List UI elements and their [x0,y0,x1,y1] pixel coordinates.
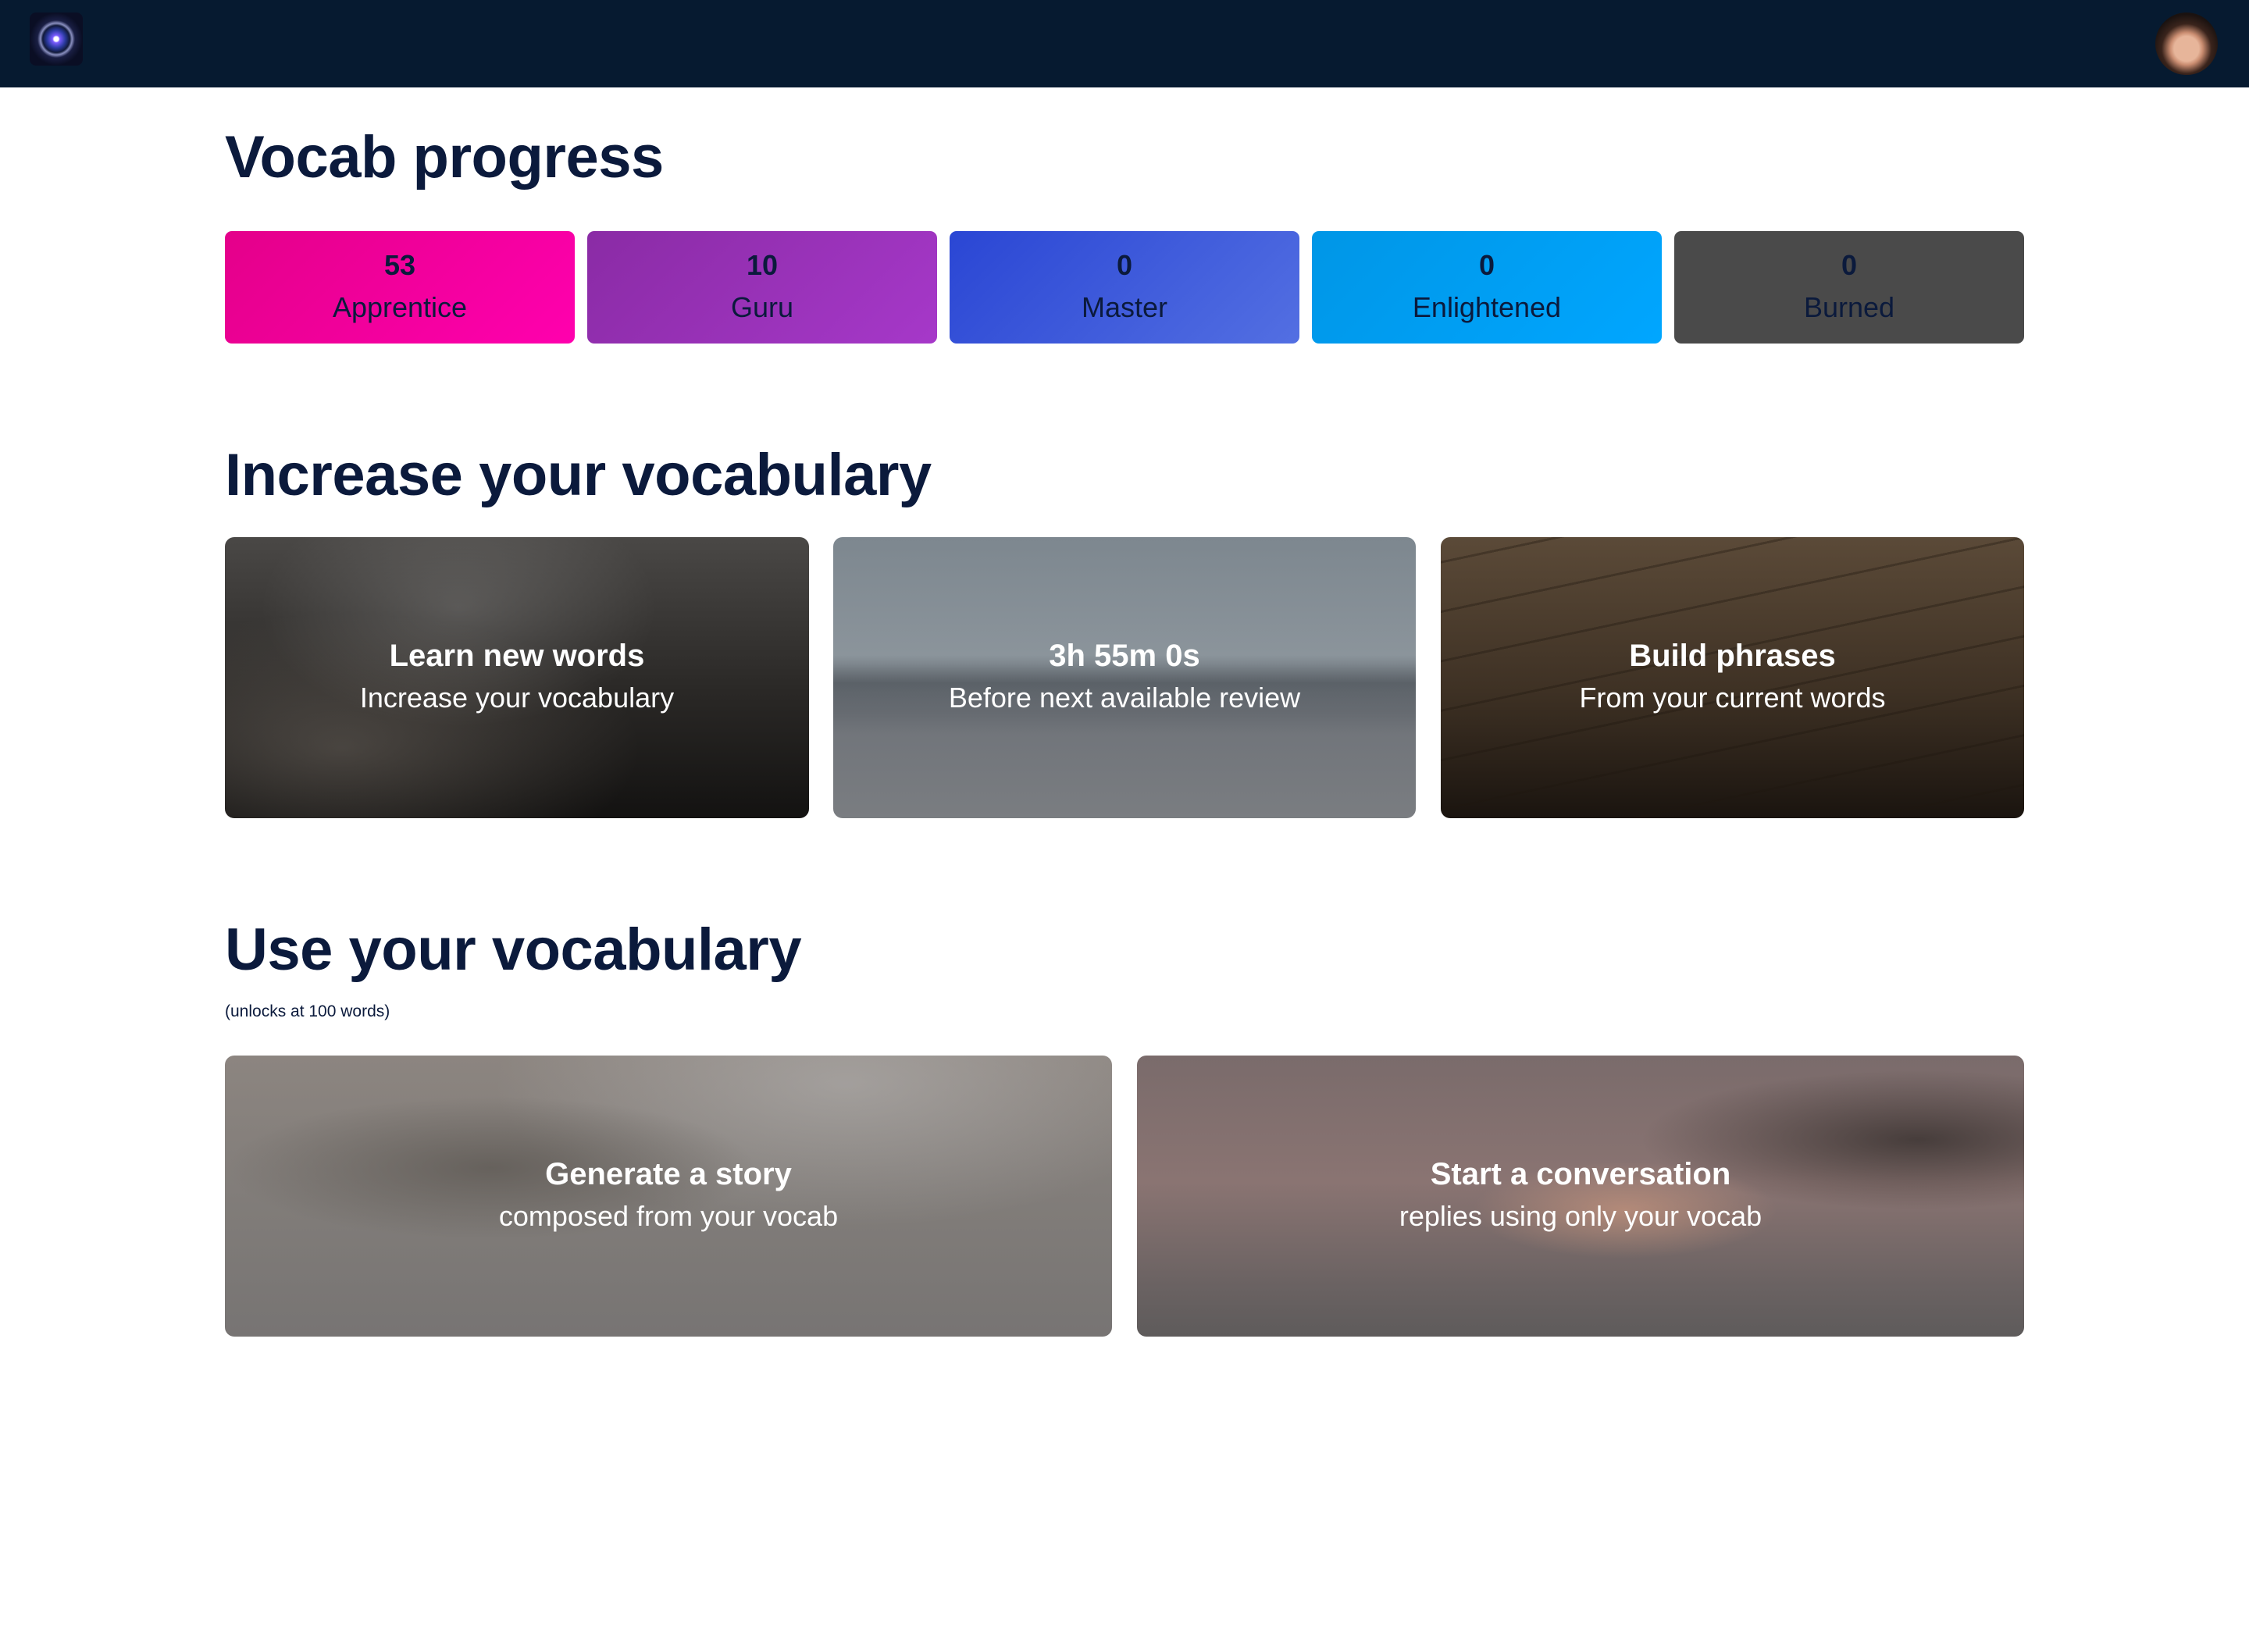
stage-enlightened[interactable]: 0 Enlightened [1312,231,1662,344]
user-avatar-icon[interactable] [2155,12,2218,75]
build-phrases-card[interactable]: Build phrases From your current words [1441,537,2024,818]
card-title: Start a conversation [1430,1157,1731,1191]
card-subtitle: replies using only your vocab [1399,1200,1762,1232]
start-conversation-card[interactable]: Start a conversation replies using only … [1137,1056,2024,1337]
learn-new-words-card[interactable]: Learn new words Increase your vocabulary [225,537,809,818]
top-navbar [0,0,2249,87]
stage-count: 0 [1478,249,1495,281]
stage-count: 10 [746,249,779,281]
use-vocabulary-title: Use your vocabulary [225,917,802,983]
generate-story-card[interactable]: Generate a story composed from your voca… [225,1056,1112,1337]
stage-guru[interactable]: 10 Guru [587,231,937,344]
card-subtitle: Before next available review [948,682,1301,714]
card-subtitle: Increase your vocabulary [359,682,675,714]
stage-label: Guru [730,291,794,323]
galaxy-logo-icon[interactable] [30,12,83,66]
stage-count: 0 [1116,249,1133,281]
stage-label: Enlightened [1412,291,1562,323]
stage-master[interactable]: 0 Master [950,231,1299,344]
review-timer-card[interactable]: 3h 55m 0s Before next available review [833,537,1416,818]
stage-label: Apprentice [332,291,468,323]
card-title: Generate a story [545,1157,792,1191]
vocab-progress-title: Vocab progress [225,124,664,190]
card-title: Learn new words [389,639,645,673]
card-title: 3h 55m 0s [1049,639,1200,673]
unlock-note: (unlocks at 100 words) [225,1002,390,1020]
card-subtitle: From your current words [1579,682,1886,714]
stage-count: 53 [383,249,416,281]
stage-count: 0 [1841,249,1858,281]
card-subtitle: composed from your vocab [498,1200,839,1232]
stage-burned[interactable]: 0 Burned [1674,231,2024,344]
stage-label: Burned [1803,291,1895,323]
stage-apprentice[interactable]: 53 Apprentice [225,231,575,344]
card-title: Build phrases [1629,639,1836,673]
stage-label: Master [1081,291,1168,323]
increase-vocabulary-title: Increase your vocabulary [225,442,932,508]
